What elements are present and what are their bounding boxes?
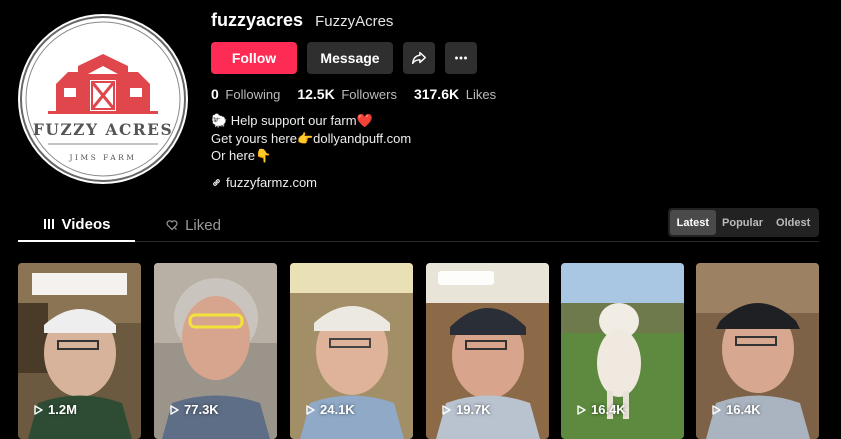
followers-stat[interactable]: 12.5K Followers [297,86,397,102]
tab-liked[interactable]: Liked [135,208,252,242]
more-icon [455,56,467,60]
grid-icon [43,219,54,229]
bio-line: 🐑 Help support our farm❤️ [211,113,373,128]
view-count-text: 16.4K [726,402,761,417]
play-icon [577,404,586,415]
logo-submark: JIMS FARM [69,153,137,162]
sort-oldest[interactable]: Oldest [769,210,817,235]
view-count: 24.1K [304,402,355,417]
likes-label: Likes [465,87,497,102]
sort-latest[interactable]: Latest [670,210,716,235]
view-count: 77.3K [168,402,219,417]
video-card[interactable]: 24.1K [290,263,413,439]
video-card[interactable]: 16.4K [696,263,819,439]
share-button[interactable] [403,42,435,74]
bio: 🐑 Help support our farm❤️ Get yours here… [211,112,411,165]
following-label: Following [225,87,281,102]
tab-liked-label: Liked [185,216,221,234]
play-icon [712,404,721,415]
following-count: 0 [211,86,219,102]
view-count: 16.4K [575,402,626,417]
avatar[interactable]: FUZZY ACRES JIMS FARM [18,14,188,184]
more-button[interactable] [445,42,477,74]
video-card[interactable]: 16.4K [561,263,684,439]
video-card[interactable]: 77.3K [154,263,277,439]
link-icon [213,179,220,186]
fuzzy-acres-logo: FUZZY ACRES JIMS FARM [20,16,186,182]
play-icon [306,404,315,415]
bio-line: Or here👇 [211,148,272,163]
view-count: 1.2M [32,402,77,417]
message-button[interactable]: Message [307,42,393,74]
link-text: fuzzyfarmz.com [226,175,318,190]
view-count: 19.7K [440,402,491,417]
play-icon [170,404,179,415]
video-card[interactable]: 1.2M [18,263,141,439]
action-buttons: Follow Message [211,42,477,74]
following-stat[interactable]: 0 Following [211,86,280,102]
likes-count: 317.6K [413,86,460,102]
heart-icon [166,220,178,231]
followers-count: 12.5K [297,86,335,102]
sort-toggle: Latest Popular Oldest [668,208,819,237]
play-icon [34,404,43,415]
play-icon [442,404,451,415]
view-count-text: 24.1K [320,402,355,417]
nickname: FuzzyAcres [315,13,394,30]
view-count-text: 1.2M [48,402,77,417]
logo-wordmark: FUZZY ACRES [33,120,173,139]
video-grid: 1.2M 77.3K 24.1K 19.7K 16.4K 16.4K [18,263,819,439]
tab-videos[interactable]: Videos [18,208,135,242]
followers-label: Followers [341,87,397,102]
view-count-text: 16.4K [591,402,626,417]
view-count-text: 77.3K [184,402,219,417]
follow-button[interactable]: Follow [211,42,297,74]
profile-stats: 0 Following 12.5K Followers 317.6K Likes [211,86,496,102]
view-count-text: 19.7K [456,402,491,417]
likes-stat: 317.6K Likes [414,86,496,102]
view-count: 16.4K [710,402,761,417]
bio-line: Get yours here👉dollyandpuff.com [211,130,412,146]
profile-link[interactable]: fuzzyfarmz.com [211,175,317,190]
name-row: fuzzyacres FuzzyAcres [211,10,811,34]
sort-popular[interactable]: Popular [717,210,769,235]
video-card[interactable]: 19.7K [426,263,549,439]
share-icon [411,51,427,65]
tab-videos-label: Videos [61,215,111,233]
username: fuzzyacres [211,10,304,30]
